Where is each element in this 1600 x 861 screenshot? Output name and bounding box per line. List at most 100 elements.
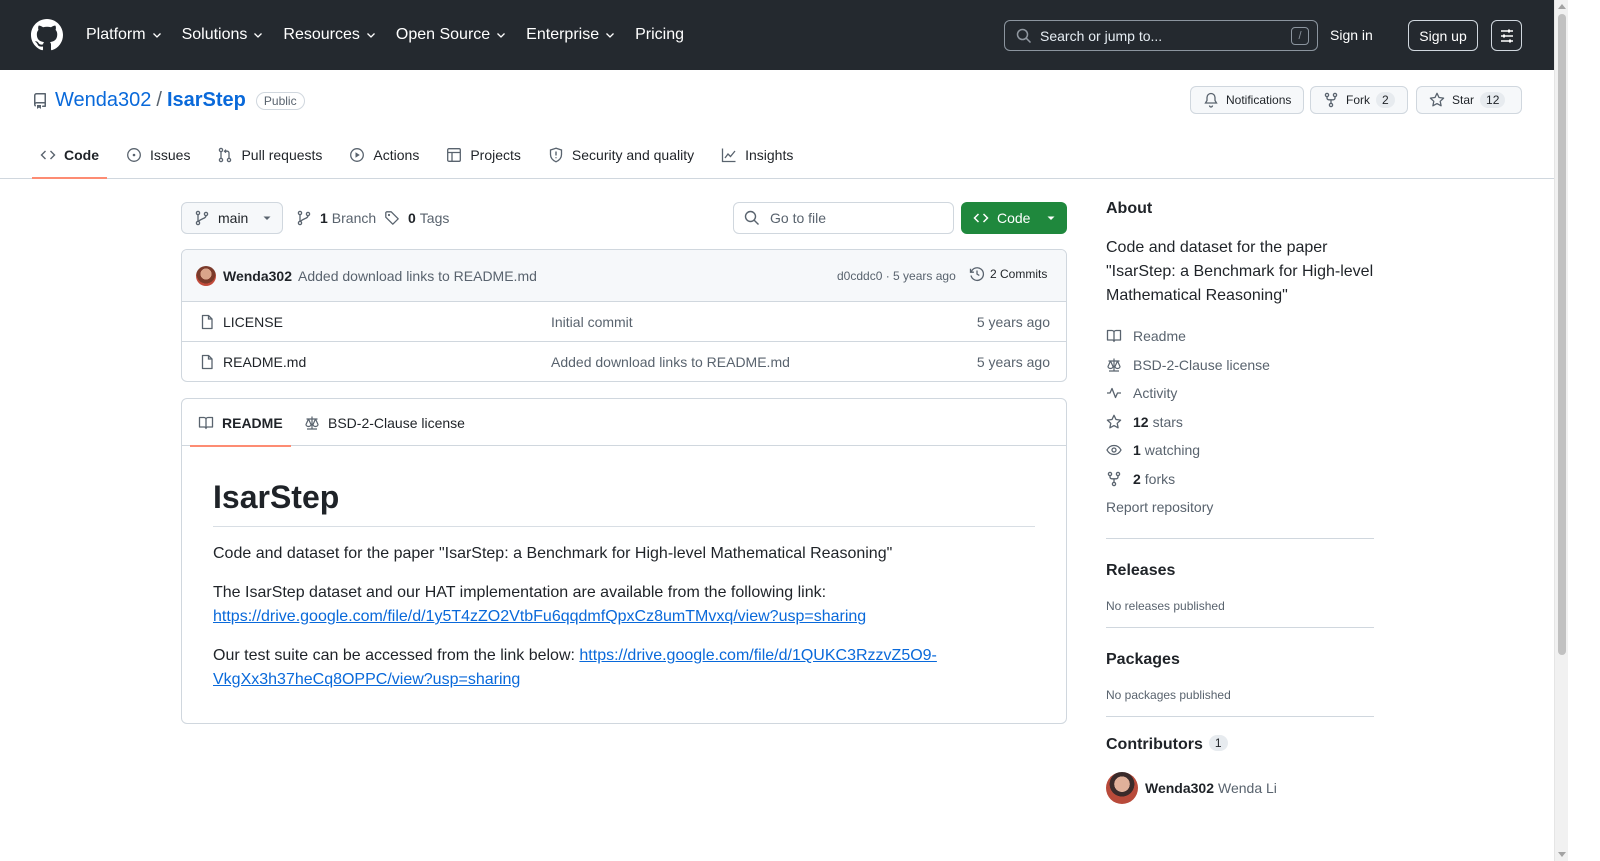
commit-message-link[interactable]: Added download links to README.md	[298, 268, 537, 284]
readme-paragraph-2: The IsarStep dataset and our HAT impleme…	[213, 581, 1035, 629]
search-shortcut-key: /	[1291, 27, 1309, 45]
github-logo-icon[interactable]	[31, 19, 63, 51]
file-commit-age: 5 years ago	[976, 314, 1050, 330]
readme-body: IsarStep Code and dataset for the paper …	[213, 477, 1035, 692]
search-input[interactable]: Search or jump to... /	[1004, 20, 1318, 51]
caret-down-icon	[263, 216, 271, 220]
tag-count: 0	[408, 210, 416, 226]
contributors-count: 1	[1208, 734, 1228, 751]
nav-resources[interactable]: Resources	[283, 26, 376, 44]
graph-icon	[721, 148, 736, 163]
file-commit-age: 5 years ago	[976, 354, 1050, 370]
nav-open-source-label: Open Source	[395, 26, 491, 43]
commit-author-link[interactable]: Wenda302	[223, 268, 292, 284]
nav-solutions-label: Solutions	[181, 26, 248, 43]
scrollbar-thumb[interactable]	[1558, 14, 1566, 655]
forks-link[interactable]: 2 forks	[1106, 465, 1374, 494]
branches-link[interactable]: 1 Branch	[296, 210, 376, 226]
bell-icon	[1204, 92, 1218, 108]
readme-tabs: README BSD-2-Clause license	[182, 399, 1066, 447]
tab-pull-requests[interactable]: Pull requests	[209, 136, 330, 174]
forks-count: 2	[1133, 470, 1141, 487]
file-browser: Wenda302 Added download links to README.…	[181, 249, 1067, 382]
tab-issues[interactable]: Issues	[118, 136, 198, 174]
nav-pricing[interactable]: Pricing	[635, 26, 684, 44]
tab-actions[interactable]: Actions	[341, 136, 427, 174]
tab-license[interactable]: BSD-2-Clause license	[304, 399, 465, 446]
repo-header: Wenda302 / IsarStep Public Notifications…	[0, 70, 1554, 179]
tab-projects[interactable]: Projects	[438, 136, 529, 174]
fork-button[interactable]: Fork 2	[1310, 86, 1408, 114]
global-header: Platform Solutions Resources Open Source…	[0, 0, 1554, 70]
code-icon	[973, 213, 989, 223]
book-icon	[198, 416, 214, 429]
fork-icon	[1107, 471, 1121, 486]
file-name-link[interactable]: README.md	[223, 354, 306, 370]
sign-up-button[interactable]: Sign up	[1408, 20, 1478, 51]
code-dropdown-button[interactable]: Code	[961, 202, 1067, 234]
packages-section: Packages No packages published	[1106, 626, 1374, 716]
readme-link-label: Readme	[1133, 328, 1186, 345]
code-button-label: Code	[997, 210, 1031, 226]
notifications-label: Notifications	[1226, 93, 1292, 107]
watchers-link[interactable]: 1 watching	[1106, 436, 1374, 465]
readme-paragraph-3: Our test suite can be accessed from the …	[213, 644, 1035, 692]
star-button[interactable]: Star 12	[1416, 86, 1522, 114]
tags-link[interactable]: 0 Tags	[384, 210, 449, 226]
contributors-section: Contributors 1 Wenda302 Wenda Li	[1106, 715, 1374, 804]
nav-open-source[interactable]: Open Source	[396, 26, 507, 44]
file-name-link[interactable]: LICENSE	[223, 314, 283, 330]
nav-solutions[interactable]: Solutions	[182, 26, 265, 44]
visibility-badge: Public	[255, 91, 305, 110]
releases-heading[interactable]: Releases	[1106, 562, 1374, 580]
about-heading: About	[1106, 200, 1153, 217]
commit-sha-age[interactable]: d0cddc0 · 5 years ago	[837, 269, 956, 283]
contributors-heading[interactable]: Contributors 1	[1106, 734, 1374, 754]
dataset-download-link[interactable]: https://drive.google.com/file/d/1y5T4zZO…	[213, 608, 866, 625]
caret-down-icon	[1047, 216, 1055, 220]
packages-empty-text: No packages published	[1106, 687, 1231, 702]
commits-history-link[interactable]: 2 Commits	[969, 266, 1047, 282]
packages-heading[interactable]: Packages	[1106, 651, 1374, 669]
activity-link[interactable]: Activity	[1106, 379, 1374, 408]
tab-readme-label: README	[222, 414, 283, 431]
branch-icon	[297, 210, 311, 226]
history-icon	[969, 267, 985, 282]
branch-count: 1	[320, 210, 328, 226]
tag-icon	[385, 211, 399, 225]
tab-code[interactable]: Code	[32, 136, 107, 179]
tab-security[interactable]: Security and quality	[540, 136, 702, 174]
notifications-button[interactable]: Notifications	[1190, 86, 1305, 114]
avatar[interactable]	[1106, 771, 1138, 804]
contributor-item[interactable]: Wenda302 Wenda Li	[1106, 771, 1374, 804]
stars-link[interactable]: 12 stars	[1106, 408, 1374, 437]
stars-count: 12	[1133, 413, 1149, 430]
branch-label: Branch	[331, 210, 377, 226]
tab-insights[interactable]: Insights	[713, 136, 801, 174]
page-scrollbar[interactable]	[1554, 0, 1568, 861]
contributor-login[interactable]: Wenda302	[1145, 780, 1214, 796]
file-commit-message[interactable]: Initial commit	[551, 314, 633, 330]
star-count: 12	[1480, 92, 1506, 108]
scroll-down-arrow-icon[interactable]	[1558, 852, 1566, 857]
fork-label: Fork	[1346, 93, 1370, 107]
tab-readme[interactable]: README	[190, 399, 291, 447]
command-palette-button[interactable]	[1491, 20, 1522, 51]
tab-projects-label: Projects	[470, 147, 521, 163]
file-commit-message[interactable]: Added download links to README.md	[551, 354, 790, 370]
avatar[interactable]	[196, 266, 216, 286]
chevron-down-icon	[152, 33, 161, 38]
go-to-file-input[interactable]: Go to file	[733, 202, 954, 234]
chevron-down-icon	[606, 33, 615, 38]
repo-owner-link[interactable]: Wenda302	[55, 89, 151, 112]
go-to-file-placeholder: Go to file	[770, 210, 827, 226]
sign-in-link[interactable]: Sign in	[1330, 27, 1373, 43]
nav-platform[interactable]: Platform	[86, 26, 163, 44]
branch-selector[interactable]: main	[181, 202, 283, 234]
repo-name-link[interactable]: IsarStep	[167, 89, 246, 112]
license-link[interactable]: BSD-2-Clause license	[1106, 351, 1374, 380]
readme-link[interactable]: Readme	[1106, 322, 1374, 351]
nav-enterprise[interactable]: Enterprise	[526, 26, 616, 44]
scroll-up-arrow-icon[interactable]	[1558, 4, 1566, 9]
report-repository-link[interactable]: Report repository	[1106, 493, 1374, 522]
